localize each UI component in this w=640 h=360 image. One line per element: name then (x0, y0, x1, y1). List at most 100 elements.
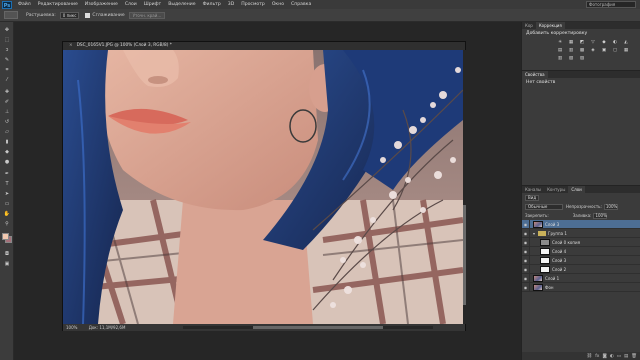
close-document-icon[interactable]: × (69, 43, 73, 48)
zoom-level[interactable]: 100% (66, 325, 77, 330)
visibility-eye-icon[interactable]: ◉ (522, 255, 530, 265)
marquee-tool-icon[interactable]: ⬚ (3, 36, 11, 43)
add-mask-icon[interactable]: ◙ (602, 354, 606, 359)
menu-view[interactable]: Просмотр (241, 2, 265, 7)
fill-input[interactable]: 100% (593, 212, 608, 219)
menu-file[interactable]: Файл (18, 2, 31, 7)
tab-channels[interactable]: Каналы (522, 186, 544, 193)
history-brush-tool-icon[interactable]: ↺ (3, 118, 11, 125)
opacity-input[interactable]: 100% (603, 203, 618, 210)
color-lookup-adjust-icon[interactable]: ◈ (590, 48, 596, 53)
workspace-selector[interactable]: Фотография (586, 1, 636, 8)
eraser-tool-icon[interactable]: ▱ (3, 128, 11, 135)
brush-tool-icon[interactable]: ✐ (3, 98, 11, 105)
black-white-adjust-icon[interactable]: ▤ (557, 48, 563, 53)
tab-properties[interactable]: Свойства (522, 71, 548, 78)
new-group-icon[interactable]: ▭ (617, 354, 621, 359)
visibility-eye-icon[interactable]: ◉ (522, 264, 530, 274)
layer-thumbnail (533, 283, 543, 291)
pen-tool-icon[interactable]: ✒ (3, 170, 11, 177)
tab-layers[interactable]: Слои (568, 186, 585, 193)
channel-mixer-adjust-icon[interactable]: ▩ (579, 48, 585, 53)
visibility-eye-icon[interactable]: ◉ (522, 273, 530, 283)
hand-tool-icon[interactable]: ✋ (3, 210, 11, 217)
visibility-eye-icon[interactable]: ◉ (522, 282, 530, 292)
hue-saturation-adjust-icon[interactable]: ◐ (612, 40, 618, 45)
visibility-eye-icon[interactable]: ◉ (522, 246, 530, 256)
levels-adjust-icon[interactable]: ▦ (568, 40, 574, 45)
vibrance-adjust-icon[interactable]: ◆ (601, 40, 607, 45)
menu-select[interactable]: Выделение (168, 2, 195, 7)
vertical-scroll-thumb[interactable] (463, 205, 466, 305)
tab-correction-short[interactable]: Кор (522, 22, 536, 29)
gradient-map-adjust-icon[interactable]: ▧ (568, 56, 574, 61)
document-size[interactable]: Док: 11,1M/92,6M (89, 325, 126, 330)
visibility-eye-icon[interactable]: ◉ (522, 219, 530, 229)
zoom-tool-icon[interactable]: ⚲ (3, 220, 11, 227)
move-tool-icon[interactable]: ✥ (3, 26, 11, 33)
blur-tool-icon[interactable]: ◆ (3, 148, 11, 155)
layer-row[interactable]: ◉ Слой 2 (522, 264, 640, 274)
photo-filter-adjust-icon[interactable]: ▥ (568, 48, 574, 53)
layer-row[interactable]: ◉ Слой 3 (522, 219, 640, 229)
crop-tool-icon[interactable]: ⌗ (3, 66, 11, 73)
shape-tool-icon[interactable]: ▭ (3, 200, 11, 207)
layer-kind-filter[interactable]: Вид (525, 194, 540, 201)
invert-adjust-icon[interactable]: ▣ (601, 48, 607, 53)
eyedropper-tool-icon[interactable]: ⁄ (3, 76, 11, 83)
vertical-scrollbar[interactable] (463, 50, 466, 324)
image-canvas[interactable] (63, 50, 463, 324)
menu-window[interactable]: Окно (272, 2, 284, 7)
color-balance-adjust-icon[interactable]: ◭ (623, 40, 629, 45)
refine-edge-button[interactable]: Уточн. край... (128, 11, 166, 19)
foreground-color-swatch[interactable] (2, 233, 9, 240)
menu-layers[interactable]: Слои (125, 2, 137, 7)
menu-3d[interactable]: 3D (228, 2, 234, 7)
brightness-adjust-icon[interactable]: ☀ (557, 40, 563, 45)
layer-row[interactable]: ◉ Слой 4 (522, 246, 640, 256)
quick-mask-icon[interactable]: ◘ (3, 250, 11, 257)
tool-preset-picker[interactable] (4, 11, 18, 19)
visibility-eye-icon[interactable]: ◉ (522, 237, 530, 247)
tab-adjustments[interactable]: Коррекция (535, 22, 565, 29)
visibility-eye-icon[interactable]: ◉ (522, 228, 530, 238)
menu-image[interactable]: Изображение (85, 2, 118, 7)
posterize-adjust-icon[interactable]: ▢ (612, 48, 618, 53)
layer-row[interactable]: ◉ Слой 3 (522, 255, 640, 265)
lasso-tool-icon[interactable]: ↄ (3, 46, 11, 53)
new-layer-icon[interactable]: ▤ (624, 354, 628, 359)
dodge-tool-icon[interactable]: ● (3, 158, 11, 165)
path-select-tool-icon[interactable]: ➤ (3, 190, 11, 197)
menu-type[interactable]: Шрифт (144, 2, 161, 7)
adjustment-layer-icon[interactable]: ◐ (610, 354, 614, 359)
feather-input[interactable]: 0 пикс (59, 11, 80, 19)
quick-select-tool-icon[interactable]: ✎ (3, 56, 11, 63)
layer-row[interactable]: ◉ Слой 0 копия (522, 237, 640, 247)
horizontal-scrollbar[interactable] (183, 326, 433, 329)
type-tool-icon[interactable]: T (3, 180, 11, 187)
clone-stamp-tool-icon[interactable]: ⊥ (3, 108, 11, 115)
smoothing-checkbox[interactable] (85, 12, 91, 18)
tab-paths[interactable]: Контуры (544, 186, 568, 193)
menu-filter[interactable]: Фильтр (203, 2, 221, 7)
curves-adjust-icon[interactable]: ◩ (579, 40, 585, 45)
exposure-adjust-icon[interactable]: ▽ (590, 40, 596, 45)
menu-help[interactable]: Справка (291, 2, 311, 7)
fx-icon[interactable]: fx (595, 354, 599, 359)
expand-triangle-icon[interactable]: ▾ (533, 231, 535, 236)
threshold-adjust-icon[interactable]: ▦ (623, 48, 629, 53)
screen-mode-icon[interactable]: ▣ (3, 260, 11, 267)
layer-row[interactable]: ◉ Фон (522, 282, 640, 292)
layer-group-row[interactable]: ◉ ▾ Группа 1 (522, 228, 640, 238)
blend-mode-select[interactable]: Обычные (525, 203, 563, 210)
shadows-adjust-icon[interactable]: ▨ (579, 56, 585, 61)
horizontal-scroll-thumb[interactable] (253, 326, 383, 329)
menu-edit[interactable]: Редактирование (38, 2, 78, 7)
layer-row[interactable]: ◉ Слой 1 (522, 273, 640, 283)
document-tab[interactable]: × DSC_0165V1.JPG @ 100% (Слой 3, RGB/8) * (63, 42, 465, 50)
gradient-tool-icon[interactable]: ▮ (3, 138, 11, 145)
healing-brush-tool-icon[interactable]: ✚ (3, 88, 11, 95)
link-layers-icon[interactable]: ⛓ (586, 354, 592, 359)
selective-color-adjust-icon[interactable]: ▥ (557, 56, 563, 61)
trash-icon[interactable]: 🗑 (631, 354, 637, 359)
